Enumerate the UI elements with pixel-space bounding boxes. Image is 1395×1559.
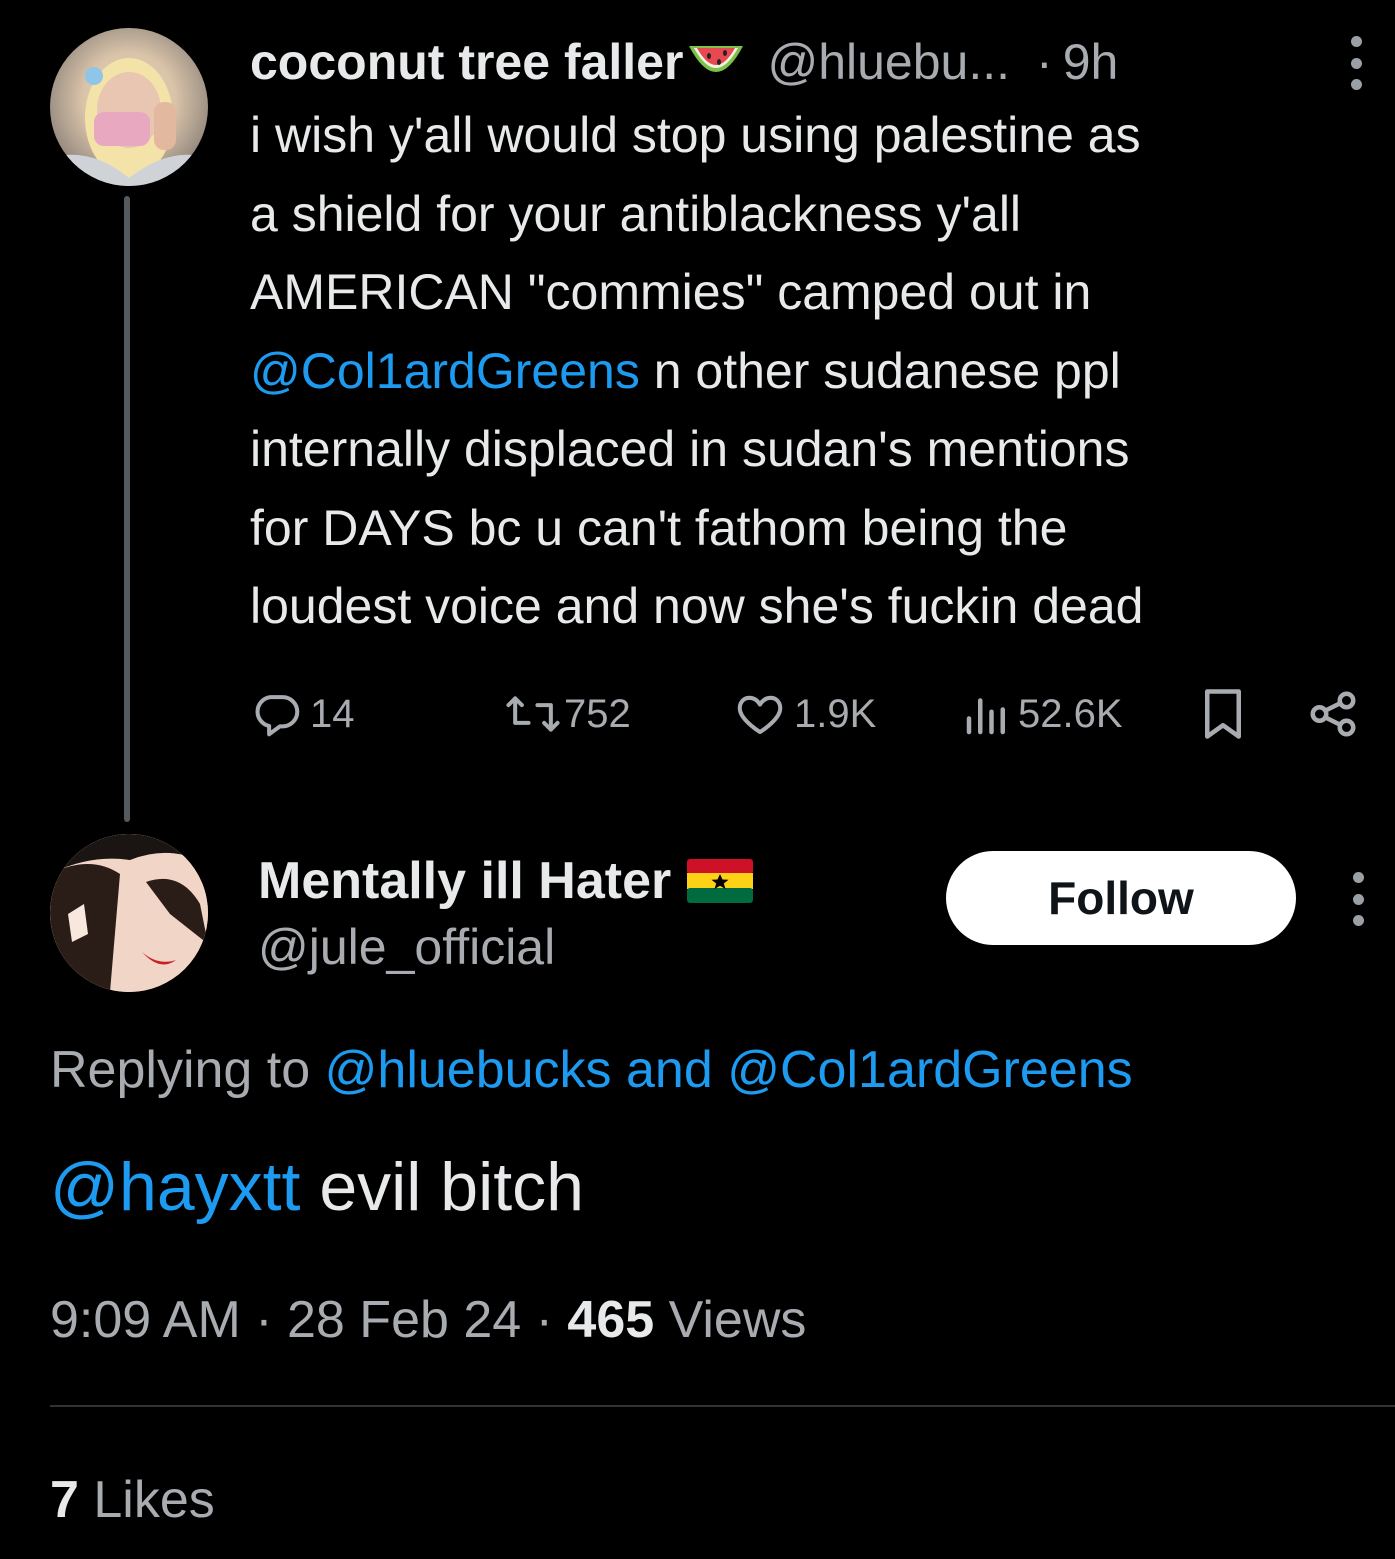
like-icon: [737, 695, 783, 735]
replying-and: and: [611, 1041, 728, 1099]
views-label: Views: [654, 1291, 807, 1349]
separator-dot: ·: [240, 1291, 288, 1349]
text-line: AMERICAN "commies" camped out in: [250, 264, 1092, 320]
follow-button[interactable]: Follow: [946, 851, 1296, 945]
parent-timestamp[interactable]: 9h: [1063, 33, 1119, 91]
views-icon: [966, 698, 1005, 735]
ghana-flag-icon: [687, 859, 754, 903]
tweet-date[interactable]: 28 Feb 24: [287, 1291, 521, 1349]
share-icon: [1310, 691, 1356, 737]
text-line: a shield for your antiblackness y'all: [250, 185, 1022, 242]
reply-count: 14: [310, 691, 355, 736]
text-line: for DAYS bc u can't fathom being the: [250, 499, 1068, 556]
watermelon-icon: [689, 46, 744, 72]
avatar-image: [50, 834, 208, 992]
reply-button[interactable]: 14: [250, 684, 355, 744]
replying-prefix: Replying to: [50, 1041, 325, 1099]
replying-to: Replying to @hluebucks and @Col1ardGreen…: [50, 1040, 1133, 1100]
avatar-coconut-tree-faller[interactable]: [50, 28, 208, 186]
bookmark-button[interactable]: [1196, 684, 1250, 744]
parent-tweet-header: coconut tree faller @hluebu... · 9h: [250, 30, 1360, 94]
separator-dot: ·: [521, 1291, 568, 1349]
parent-action-bar: 14 752 1.9K 52.6K: [250, 684, 1370, 744]
likes-count: 7: [50, 1471, 79, 1529]
tweet-time[interactable]: 9:09 AM: [50, 1291, 241, 1349]
text-span: n other sudanese ppl: [639, 342, 1121, 399]
main-author-name-row: Mentally ill Hater: [258, 848, 754, 914]
thread-connector: [124, 196, 130, 822]
mention-link[interactable]: @Col1ardGreens: [250, 343, 640, 399]
divider: [50, 1405, 1395, 1407]
repost-count: 752: [564, 691, 631, 736]
main-handle[interactable]: @jule_official: [258, 918, 555, 976]
avatar-mentally-ill-hater[interactable]: [50, 834, 208, 992]
more-icon[interactable]: [1346, 36, 1366, 90]
more-icon[interactable]: [1348, 872, 1368, 926]
share-button[interactable]: [1306, 684, 1360, 744]
bookmark-icon: [1205, 689, 1241, 739]
repost-button[interactable]: 752: [504, 684, 631, 744]
main-tweet-text: @hayxtt evil bitch: [50, 1148, 584, 1226]
views-count: 52.6K: [1018, 691, 1123, 736]
avatar-image: [50, 58, 208, 186]
like-button[interactable]: 1.9K: [732, 684, 876, 744]
mention-link[interactable]: @hayxtt: [50, 1149, 300, 1225]
text-line: i wish y'all would stop using palestine …: [250, 107, 1141, 163]
tweet-body: evil bitch: [300, 1149, 584, 1225]
likes-label: Likes: [78, 1471, 215, 1529]
parent-handle[interactable]: @hluebu...: [767, 33, 1010, 91]
reply-icon: [255, 695, 300, 737]
replying-user-link[interactable]: @hluebucks: [325, 1041, 612, 1099]
text-line: @Col1ardGreens n other sudanese ppl: [250, 332, 1370, 411]
views-count: 465: [567, 1291, 655, 1349]
views-button[interactable]: 52.6K: [960, 684, 1123, 744]
like-count: 1.9K: [794, 691, 877, 736]
main-display-name[interactable]: Mentally ill Hater: [258, 851, 671, 911]
tweet-meta: 9:09 AM · 28 Feb 24 · 465 Views: [50, 1290, 806, 1350]
parent-tweet-text: i wish y'all would stop using palestine …: [250, 96, 1370, 646]
separator-dot: ·: [1036, 34, 1053, 90]
text-line: internally displaced in sudan's mentions: [250, 421, 1130, 477]
likes-summary[interactable]: 7 Likes: [50, 1470, 215, 1530]
repost-icon: [506, 696, 560, 732]
replying-user-link[interactable]: @Col1ardGreens: [727, 1041, 1132, 1099]
parent-display-name[interactable]: coconut tree faller: [250, 33, 683, 91]
text-line: loudest voice and now she's fuckin dead: [250, 578, 1144, 634]
